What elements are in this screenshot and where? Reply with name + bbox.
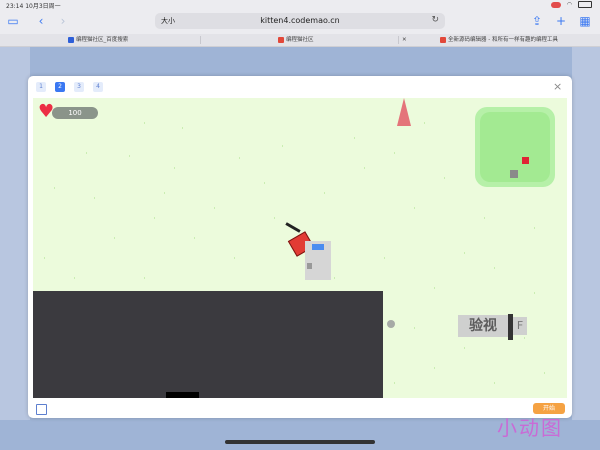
- reload-icon[interactable]: ↻: [431, 15, 439, 25]
- scene-button-2[interactable]: 2: [55, 82, 65, 92]
- grass-tuft: ᐝ: [85, 152, 88, 163]
- scene-button-1[interactable]: 1: [36, 82, 46, 92]
- watermark: 小动图: [497, 416, 563, 440]
- grass-tuft: ᐝ: [393, 382, 396, 393]
- grass-tuft: ᐝ: [53, 187, 56, 198]
- game-stage[interactable]: ᐝ ᐝ ᐝ ᐝ ᐝ ᐝ ᐝ ᐝ ᐝ ᐝ ᐝ ᐝ ᐝ ᐝ ᐝ ᐝ ᐝ ᐝ ᐝ ᐝ ᐝ ᐝ ᐝ ᐝ ᐝ ᐝ ᐝ ᐝ ᐝ ᐝ ᐝ ᐝ ᐝ ᐝ ᐝ ᐝ ᐝ ᐝ ᐝ ᐝ…: [33, 98, 567, 398]
- grass-tuft: ᐝ: [323, 192, 326, 203]
- sidebar-icon[interactable]: ▭: [6, 14, 20, 28]
- status-bar: 23:14 10月3日周一 ◠: [0, 0, 600, 10]
- status-time: 23:14: [6, 3, 24, 10]
- grass-tuft: ᐝ: [413, 327, 416, 338]
- minimap-player-marker: [522, 157, 529, 164]
- backdrop-right: [572, 47, 600, 420]
- share-icon[interactable]: ⇪: [530, 14, 544, 28]
- address-bar[interactable]: 大小 kitten4.codemao.cn ↻: [155, 13, 445, 29]
- grass-tuft: ᐝ: [143, 122, 146, 133]
- grass-tuft: ᐝ: [73, 277, 76, 288]
- backdrop-left: [0, 47, 30, 420]
- grass-tuft: ᐝ: [533, 292, 536, 303]
- health-bar: 100 ♥: [38, 101, 98, 122]
- close-icon[interactable]: ×: [553, 80, 562, 93]
- grass-tuft: ᐝ: [233, 257, 236, 268]
- sign-key-label: F: [513, 317, 527, 335]
- new-tab-icon[interactable]: +: [554, 14, 568, 28]
- tab-bar: 编程猫社区_百度搜索 编程猫社区 ✕ 全新源码编辑器 - 和所有一样有趣的编程工…: [0, 34, 600, 47]
- grass-tuft: ᐝ: [523, 337, 526, 348]
- grass-tuft: ᐝ: [128, 155, 131, 166]
- grass-tuft: ᐝ: [423, 122, 426, 133]
- tab-codemao[interactable]: 编程猫社区: [278, 34, 388, 46]
- forward-icon[interactable]: ›: [56, 14, 70, 28]
- back-icon[interactable]: ‹: [34, 14, 48, 28]
- grass-tuft: ᐝ: [493, 267, 496, 278]
- dark-wall-block: [33, 291, 383, 398]
- grass-tuft: ᐝ: [433, 287, 436, 298]
- grass-tuft: ᐝ: [281, 145, 284, 156]
- status-date: 10月3日周一: [25, 3, 61, 10]
- supply-box-sprite: [305, 241, 331, 280]
- grass-tuft: ᐝ: [173, 167, 176, 178]
- grass-tuft: ᐝ: [193, 237, 196, 248]
- grass-tuft: ᐝ: [443, 177, 446, 188]
- grass-tuft: ᐝ: [463, 252, 466, 263]
- grass-tuft: ᐝ: [393, 152, 396, 163]
- gray-dot-sprite: [387, 320, 395, 328]
- wifi-icon: ◠: [566, 1, 572, 8]
- grass-tuft: ᐝ: [238, 157, 241, 168]
- tab-kitten[interactable]: 全新源码编辑器 - 和所有一样有趣的编程工具: [440, 34, 600, 46]
- scene-button-3[interactable]: 3: [74, 82, 84, 92]
- grass-tuft: ᐝ: [493, 382, 496, 393]
- grass-tuft: ᐝ: [263, 182, 266, 193]
- grass-tuft: ᐝ: [181, 127, 184, 138]
- grass-tuft: ᐝ: [363, 167, 366, 178]
- grass-tuft: ᐝ: [93, 197, 96, 208]
- tank-barrel: [285, 222, 301, 233]
- heart-icon: ♥: [38, 101, 55, 122]
- browser-toolbar: ▭ ‹ › 大小 kitten4.codemao.cn ↻ ⇪ + ▦: [0, 10, 600, 34]
- codemao-icon: [278, 36, 284, 43]
- grass-tuft: ᐝ: [153, 217, 156, 228]
- scene-button-4[interactable]: 4: [93, 82, 103, 92]
- home-indicator[interactable]: [225, 440, 375, 444]
- wall-slot: [166, 392, 199, 398]
- grass-tuft: ᐝ: [533, 227, 536, 238]
- baidu-icon: [68, 36, 74, 43]
- grass-tuft: ᐝ: [383, 257, 386, 268]
- minimap: [475, 107, 555, 187]
- game-preview-modal: 1 2 3 4 × ᐝᐝᐝᐝᐝᐝᐝᐝᐝᐝᐝᐝᐝᐝᐝᐝᐝᐝᐝᐝᐝᐝᐝᐝᐝᐝᐝᐝᐝᐝ…: [28, 76, 572, 418]
- grass-tuft: ᐝ: [463, 347, 466, 358]
- orientation-lock-icon: [550, 1, 561, 8]
- grass-tuft: ᐝ: [143, 277, 146, 288]
- close-tab-icon[interactable]: ✕: [402, 34, 412, 46]
- view-sign: 验视: [458, 315, 508, 337]
- traffic-cone-sprite: [397, 98, 411, 126]
- grass-tuft: ᐝ: [413, 207, 416, 218]
- grass-tuft: ᐝ: [433, 367, 436, 378]
- grass-tuft: ᐝ: [113, 237, 116, 248]
- url-text: kitten4.codemao.cn: [260, 16, 340, 25]
- health-value: 100: [52, 107, 98, 119]
- tab-baidu[interactable]: 编程猫社区_百度搜索: [68, 34, 198, 46]
- grass-tuft: ᐝ: [483, 217, 486, 228]
- grass-tuft: ᐝ: [163, 192, 166, 203]
- kitten-icon: [440, 36, 446, 43]
- grass-tuft: ᐝ: [333, 277, 336, 288]
- grass-tuft: ᐝ: [543, 372, 546, 383]
- grass-tuft: ᐝ: [273, 217, 276, 228]
- battery-icon: [578, 1, 592, 8]
- tab-overview-icon[interactable]: ▦: [578, 14, 592, 28]
- minimap-object-marker: [510, 170, 518, 178]
- grass-tuft: ᐝ: [213, 207, 216, 218]
- fullscreen-icon[interactable]: [36, 404, 47, 415]
- grass-tuft: ᐝ: [353, 137, 356, 148]
- grass-tuft: ᐝ: [43, 257, 46, 268]
